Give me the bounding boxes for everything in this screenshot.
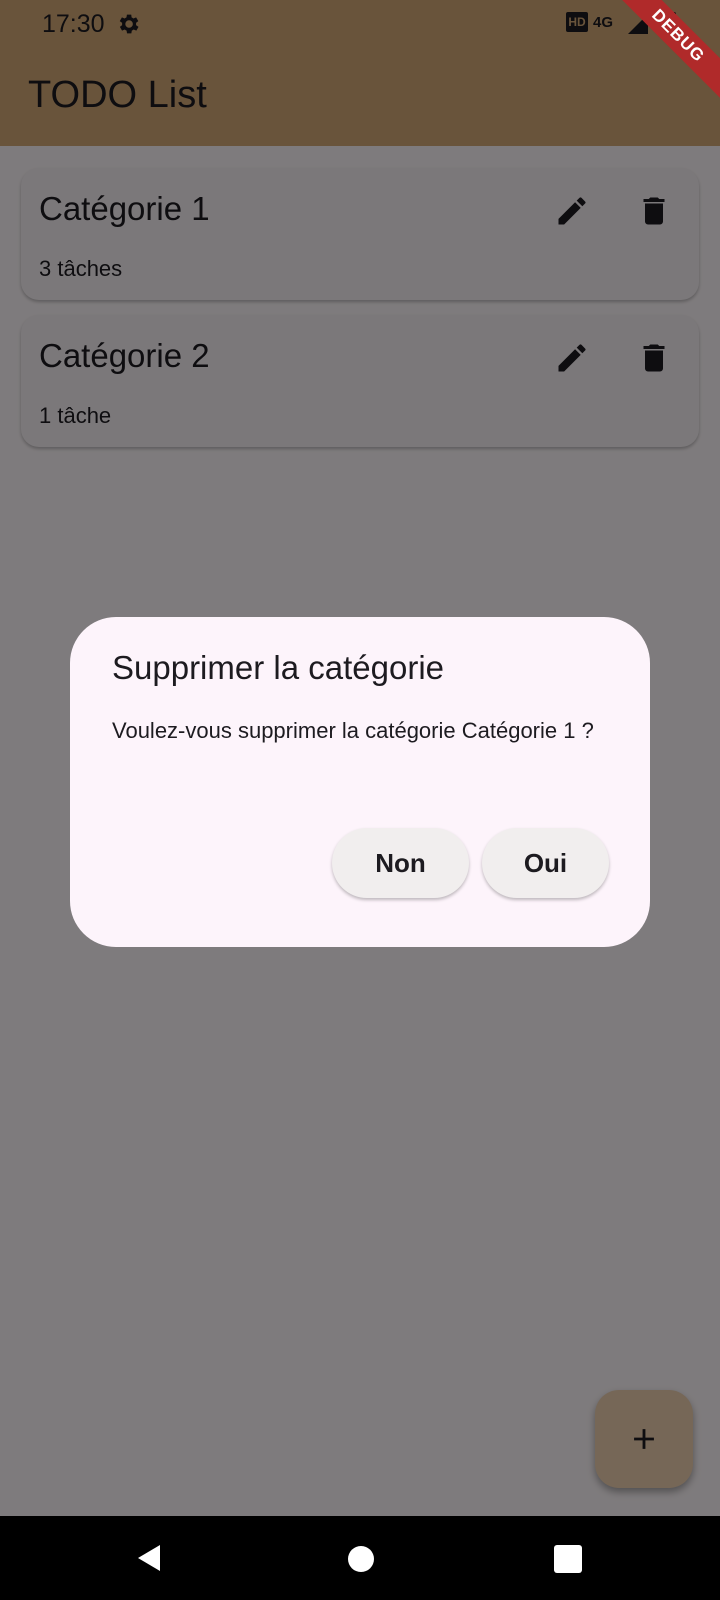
- cancel-button[interactable]: Non: [332, 828, 469, 898]
- recents-icon[interactable]: [554, 1545, 582, 1573]
- home-icon[interactable]: [348, 1546, 374, 1572]
- system-navigation-bar: [0, 1516, 720, 1600]
- back-icon[interactable]: [134, 1542, 166, 1574]
- dialog-message: Voulez-vous supprimer la catégorie Catég…: [112, 718, 594, 743]
- dialog-title: Supprimer la catégorie: [112, 649, 444, 686]
- confirm-button[interactable]: Oui: [482, 828, 609, 898]
- delete-confirmation-dialog: Supprimer la catégorie Voulez-vous suppr…: [70, 617, 650, 947]
